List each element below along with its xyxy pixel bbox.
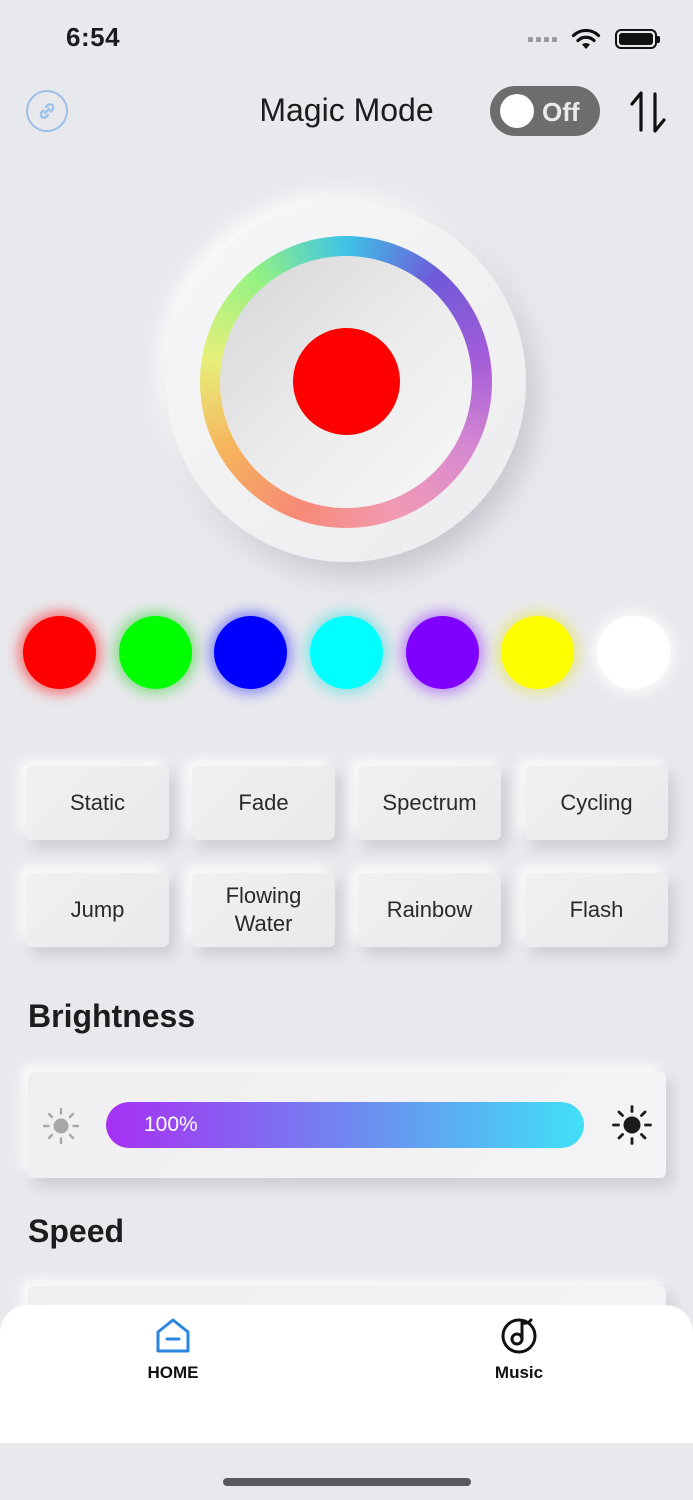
brightness-card: 100%	[28, 1072, 666, 1178]
color-swatch[interactable]	[23, 616, 96, 689]
wifi-icon	[571, 28, 601, 49]
home-indicator[interactable]	[223, 1478, 471, 1486]
color-swatch[interactable]	[119, 616, 192, 689]
tab-music[interactable]: Music	[459, 1315, 579, 1395]
brightness-title: Brightness	[28, 998, 196, 1034]
mode-button-fade[interactable]: Fade	[192, 766, 335, 840]
mode-button-flash[interactable]: Flash	[525, 873, 668, 947]
header: Magic Mode Off	[0, 82, 693, 142]
brightness-high-icon	[612, 1105, 652, 1145]
tab-home[interactable]: HOME	[113, 1315, 233, 1395]
sort-button[interactable]	[624, 88, 672, 136]
toggle-label: Off	[542, 97, 580, 127]
brightness-value: 100%	[144, 1113, 198, 1136]
color-swatch[interactable]	[406, 616, 479, 689]
cellular-signal-icon	[528, 36, 557, 42]
color-swatch[interactable]	[310, 616, 383, 689]
magic-mode-toggle[interactable]: Off	[490, 86, 600, 136]
sort-arrows-icon	[630, 91, 666, 133]
battery-icon	[615, 29, 660, 49]
color-swatch[interactable]	[214, 616, 287, 689]
mode-button-jump[interactable]: Jump	[26, 873, 169, 947]
link-button[interactable]	[26, 90, 68, 132]
home-icon	[156, 1318, 190, 1353]
home-indicator-area	[0, 1443, 693, 1500]
bottom-tab-bar: HOME Music	[0, 1305, 693, 1443]
mode-button-cycling[interactable]: Cycling	[525, 766, 668, 840]
brightness-low-icon	[42, 1107, 80, 1145]
tab-home-label: HOME	[147, 1363, 199, 1382]
tab-music-label: Music	[494, 1363, 544, 1382]
mode-button-spectrum[interactable]: Spectrum	[358, 766, 501, 840]
status-time: 6:54	[66, 22, 121, 52]
selected-color-indicator[interactable]	[293, 328, 400, 435]
brightness-slider[interactable]: 100%	[106, 1102, 584, 1148]
mode-button-flowing-water[interactable]: Flowing Water	[192, 873, 335, 947]
status-bar: 6:54	[0, 0, 693, 76]
mode-button-rainbow[interactable]: Rainbow	[358, 873, 501, 947]
status-icons	[528, 24, 660, 54]
music-disc-icon	[501, 1318, 537, 1354]
mode-button-static[interactable]: Static	[26, 766, 169, 840]
color-swatch[interactable]	[597, 616, 670, 689]
toggle-knob	[500, 94, 534, 128]
preset-color-swatches	[0, 616, 693, 690]
color-swatch[interactable]	[501, 616, 574, 689]
speed-title: Speed	[28, 1213, 125, 1249]
link-icon	[39, 103, 55, 119]
